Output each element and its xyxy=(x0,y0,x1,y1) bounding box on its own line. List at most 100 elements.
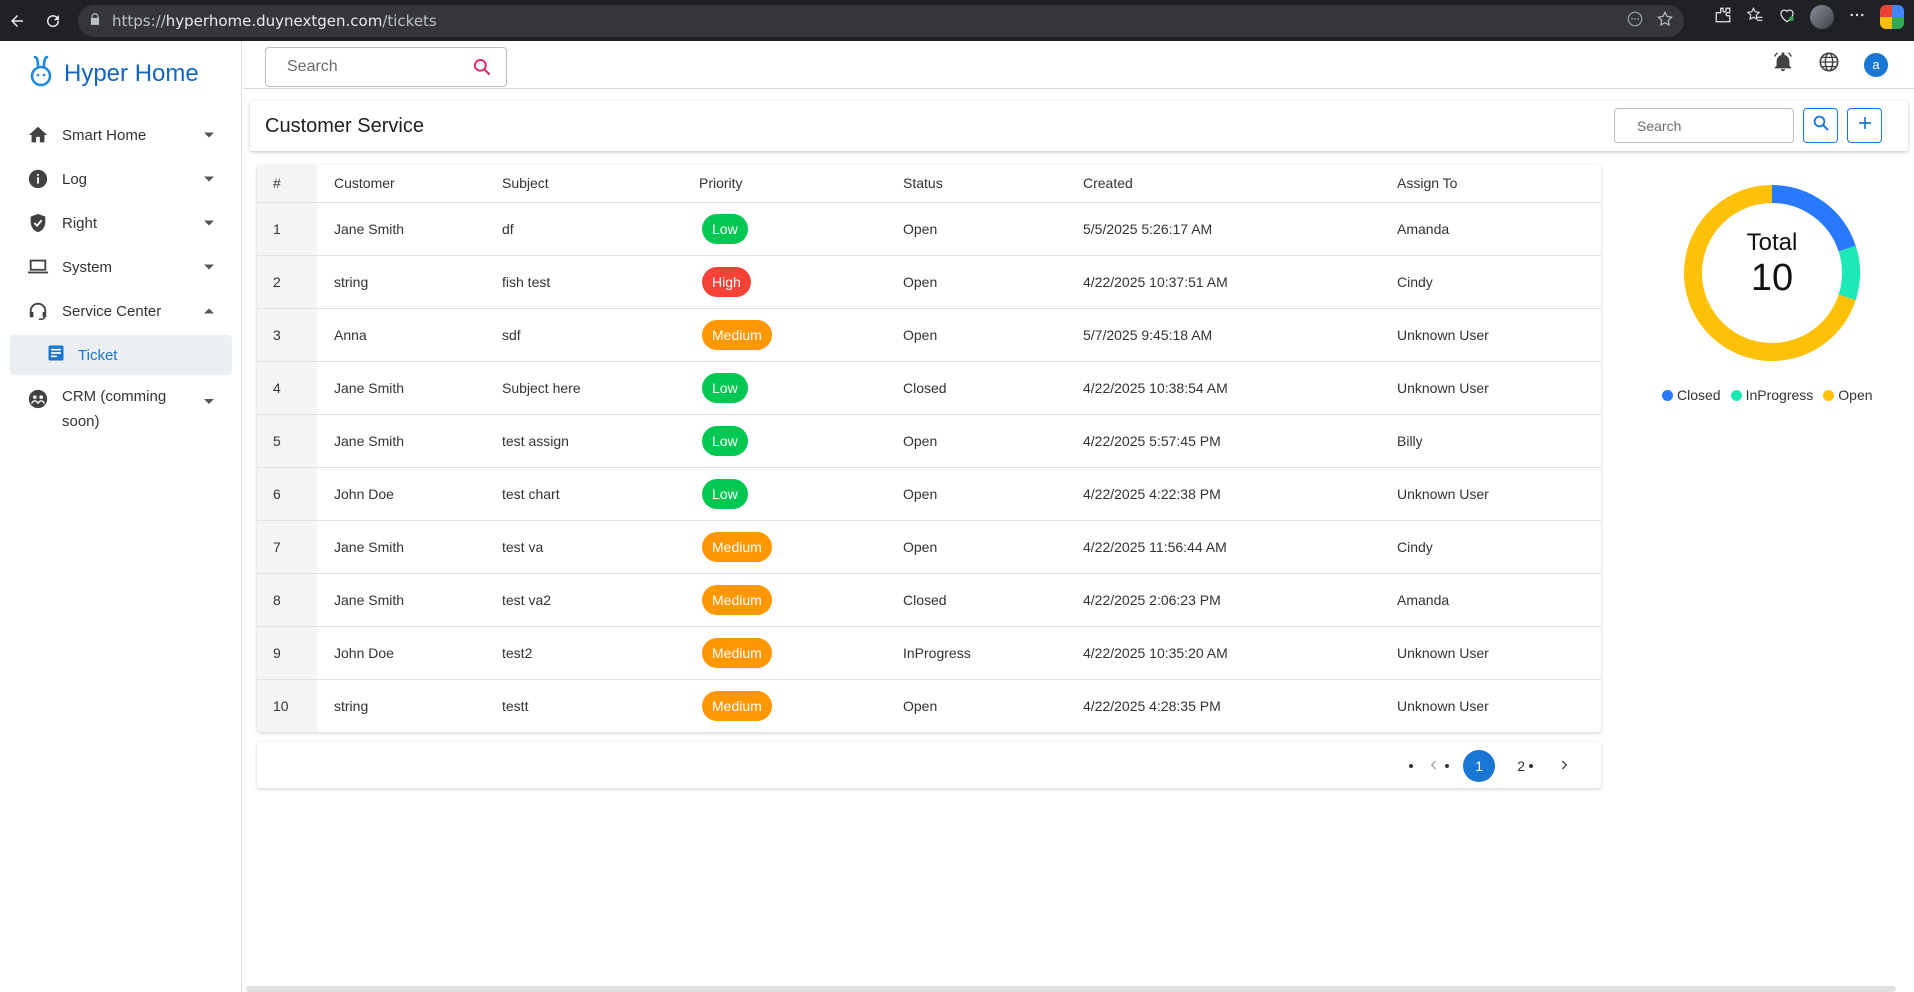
sidebar-item-system[interactable]: System xyxy=(10,245,232,289)
cell-assign: Cindy xyxy=(1397,255,1601,309)
notification-bell-icon[interactable] xyxy=(1772,51,1794,78)
profile-avatar[interactable] xyxy=(1810,5,1834,29)
cell-num: 5 xyxy=(257,414,317,468)
table-row[interactable]: 4 Jane Smith Subject here Low Closed 4/22/202… xyxy=(257,361,1601,415)
column-header[interactable]: Created xyxy=(1083,165,1397,203)
add-ticket-button[interactable] xyxy=(1847,108,1882,143)
cell-subject: test2 xyxy=(502,626,699,680)
sidebar-item-smart-home[interactable]: Smart Home xyxy=(10,113,232,157)
user-avatar[interactable]: a xyxy=(1864,52,1888,77)
global-search-input[interactable] xyxy=(287,58,457,76)
cell-subject: testt xyxy=(502,697,529,714)
sidebar-item-service-center[interactable]: Service Center xyxy=(10,289,232,333)
legend-swatch xyxy=(1823,389,1835,401)
cell-customer: Jane Smith xyxy=(317,202,502,256)
priority-badge: High xyxy=(702,266,751,297)
horizontal-scrollbar[interactable] xyxy=(246,986,1896,992)
column-header[interactable]: # xyxy=(257,165,317,203)
back-icon[interactable] xyxy=(2,6,32,36)
sidebar-item-log[interactable]: Log xyxy=(10,157,232,201)
cell-customer: Jane Smith xyxy=(317,361,502,415)
chevron-left-icon xyxy=(1427,758,1441,775)
priority-badge: Medium xyxy=(702,637,772,668)
column-header[interactable]: Customer xyxy=(317,165,502,203)
column-header[interactable]: Priority xyxy=(699,165,903,203)
column-header[interactable]: Assign To xyxy=(1397,165,1601,203)
next-page-button[interactable] xyxy=(1557,758,1571,775)
table-row[interactable]: 7 Jane Smith test va Medium Open 4/22/2025 11… xyxy=(257,520,1601,574)
favorites-icon[interactable] xyxy=(1746,6,1764,29)
sidebar-item-right[interactable]: Right xyxy=(10,201,232,245)
table-row[interactable]: 5 Jane Smith test assign Low Open 4/22/2025 5… xyxy=(257,414,1601,468)
cell-created: 4/22/2025 10:35:20 AM xyxy=(1083,626,1397,680)
cell-customer: Jane Smith xyxy=(317,573,502,627)
table-row[interactable]: 2 string fish test High Open 4/22/2025 10:37:… xyxy=(257,255,1601,309)
cell-subject: fish test xyxy=(502,255,699,309)
table-row[interactable]: 6 John Doe test chart Low Open 4/22/2025 4:22… xyxy=(257,467,1601,521)
reload-icon[interactable] xyxy=(38,6,68,36)
sidebar-item-ticket[interactable]: Ticket xyxy=(10,335,232,375)
cell-priority: Medium xyxy=(699,679,903,732)
column-header[interactable]: Status xyxy=(903,165,1083,203)
table-row[interactable]: 10 string testt Medium Open 4/22/2025 4:28:35… xyxy=(257,679,1601,732)
rabbit-logo-icon xyxy=(28,55,54,92)
cell-subject: sdf xyxy=(502,308,699,362)
cell-assign: Unknown User xyxy=(1397,467,1601,521)
legend-label: Closed xyxy=(1677,387,1721,403)
legend-item[interactable]: Closed xyxy=(1662,387,1721,403)
priority-badge: Low xyxy=(702,372,748,403)
cell-subject: test va xyxy=(502,520,699,574)
cell-assign: Unknown User xyxy=(1397,308,1601,362)
cell-created: 4/22/2025 10:37:51 AM xyxy=(1083,255,1397,309)
cell-num: 2 xyxy=(257,255,317,309)
extensions-icon[interactable] xyxy=(1714,6,1732,29)
legend-swatch xyxy=(1662,389,1673,401)
cell-status: Open xyxy=(903,467,1083,521)
copilot-icon[interactable] xyxy=(1880,5,1904,29)
table-row[interactable]: 3 Anna sdf Medium Open 5/7/2025 9:45:18 AM Unk… xyxy=(257,308,1601,362)
cell-created: 4/22/2025 2:06:23 PM xyxy=(1083,573,1397,627)
table-header-row: # Customer Subject Priority Status Creat… xyxy=(257,165,1601,203)
ticket-search xyxy=(1614,108,1794,143)
cell-status: Open xyxy=(903,520,1083,574)
page-button-current[interactable]: 1 xyxy=(1463,750,1496,782)
table-row[interactable]: 1 Jane Smith df Low Open 5/5/2025 5:26:17 AM A… xyxy=(257,202,1601,256)
cell-created: 4/22/2025 11:56:44 AM xyxy=(1083,520,1397,574)
browser-essentials-icon[interactable] xyxy=(1778,6,1796,29)
cell-num: 6 xyxy=(257,467,317,521)
prev-page-button[interactable] xyxy=(1427,758,1450,775)
more-icon[interactable] xyxy=(1848,6,1866,29)
cell-priority: Low xyxy=(699,414,903,468)
brand[interactable]: Hyper Home xyxy=(28,55,199,92)
ticket-search-input[interactable] xyxy=(1637,118,1777,134)
column-header[interactable]: Subject xyxy=(502,165,699,203)
sidebar-item-crm[interactable]: CRM (comming soon) xyxy=(10,377,232,439)
cell-assign: Unknown User xyxy=(1397,361,1601,415)
cell-customer: John Doe xyxy=(317,467,502,521)
priority-badge: Medium xyxy=(702,690,772,721)
sidebar-item-label: Right xyxy=(62,214,98,232)
cell-num: 8 xyxy=(257,573,317,627)
cell-priority: Medium xyxy=(699,308,903,362)
favorite-star-icon[interactable] xyxy=(1656,10,1674,33)
cell-status: Closed xyxy=(903,361,1083,415)
address-bar[interactable]: https://hyperhome.duynextgen.com/tickets xyxy=(78,5,1684,37)
search-icon[interactable] xyxy=(472,57,492,82)
table-row[interactable]: 9 John Doe test2 Medium InProgress 4/22/2025 … xyxy=(257,626,1601,680)
app-window: Hyper Home Smart Home Log Right System S… xyxy=(0,41,1914,992)
cell-priority: Medium xyxy=(699,520,903,574)
reader-icon[interactable] xyxy=(1626,10,1644,33)
globe-icon[interactable] xyxy=(1818,51,1840,78)
priority-badge: Low xyxy=(702,478,748,509)
chevron-down-icon xyxy=(204,176,214,182)
laptop-icon xyxy=(26,255,50,279)
search-button[interactable] xyxy=(1803,108,1838,143)
donut-legend: Closed InProgress Open xyxy=(1662,387,1873,403)
legend-item[interactable]: InProgress xyxy=(1730,387,1813,403)
page-button[interactable]: 2 xyxy=(1517,758,1533,774)
priority-badge: Medium xyxy=(702,531,772,562)
legend-item[interactable]: Open xyxy=(1823,387,1873,403)
crm-icon xyxy=(26,387,50,411)
table-row[interactable]: 8 Jane Smith test va2 Medium Closed 4/22/2025… xyxy=(257,573,1601,627)
chevron-down-icon xyxy=(204,264,214,270)
